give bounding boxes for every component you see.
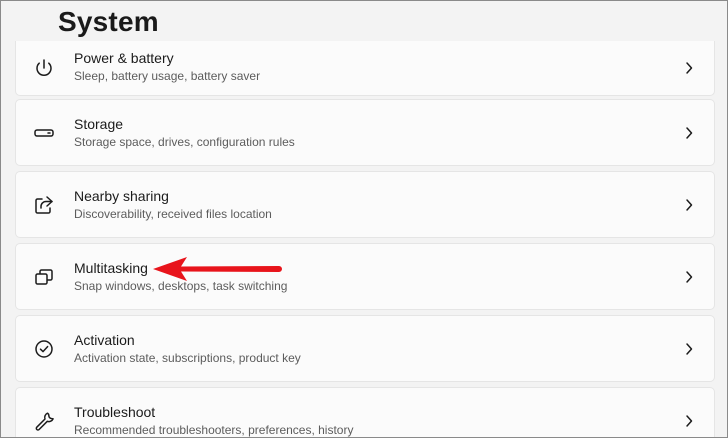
settings-item-text: Activation Activation state, subscriptio…: [74, 331, 301, 367]
settings-item-troubleshoot[interactable]: Troubleshoot Recommended troubleshooters…: [15, 387, 715, 438]
settings-item-subtitle: Discoverability, received files location: [74, 206, 272, 221]
settings-item-text: Troubleshoot Recommended troubleshooters…: [74, 403, 353, 438]
settings-item-title: Power & battery: [74, 49, 174, 66]
share-icon: [33, 194, 55, 216]
chevron-right-icon: [684, 198, 694, 212]
page-title: System: [58, 6, 159, 37]
settings-item-subtitle: Recommended troubleshooters, preferences…: [74, 422, 354, 437]
settings-item-title: Nearby sharing: [74, 187, 169, 204]
wrench-icon: [33, 410, 55, 432]
settings-item-subtitle: Sleep, battery usage, battery saver: [74, 68, 261, 83]
multitasking-windows-icon: [33, 266, 55, 288]
settings-item-subtitle: Storage space, drives, configuration rul…: [74, 134, 295, 149]
storage-drive-icon: [33, 122, 55, 144]
settings-item-text: Power & battery Sleep, battery usage, ba…: [74, 49, 260, 85]
page-header: System: [1, 1, 727, 41]
chevron-right-icon: [684, 126, 694, 140]
settings-item-title: Activation: [74, 331, 135, 348]
red-arrow-icon: [151, 255, 283, 283]
settings-item-multitasking[interactable]: Multitasking Snap windows, desktops, tas…: [15, 243, 715, 310]
settings-item-nearby-sharing[interactable]: Nearby sharing Discoverability, received…: [15, 171, 715, 238]
chevron-right-icon: [684, 414, 694, 428]
settings-item-subtitle: Activation state, subscriptions, product…: [74, 350, 301, 365]
settings-item-activation[interactable]: Activation Activation state, subscriptio…: [15, 315, 715, 382]
chevron-right-icon: [684, 342, 694, 356]
settings-item-title: Troubleshoot: [74, 403, 156, 420]
settings-item-text: Storage Storage space, drives, configura…: [74, 115, 295, 151]
power-icon: [33, 57, 55, 79]
settings-item-storage[interactable]: Storage Storage space, drives, configura…: [15, 99, 715, 166]
chevron-right-icon: [684, 270, 694, 284]
settings-item-title: Storage: [74, 115, 124, 132]
chevron-right-icon: [684, 61, 694, 75]
settings-item-power-battery[interactable]: Power & battery Sleep, battery usage, ba…: [15, 41, 715, 96]
settings-window: Power & battery Sleep, battery usage, ba…: [0, 0, 728, 438]
check-circle-icon: [33, 338, 55, 360]
settings-item-text: Nearby sharing Discoverability, received…: [74, 187, 272, 223]
